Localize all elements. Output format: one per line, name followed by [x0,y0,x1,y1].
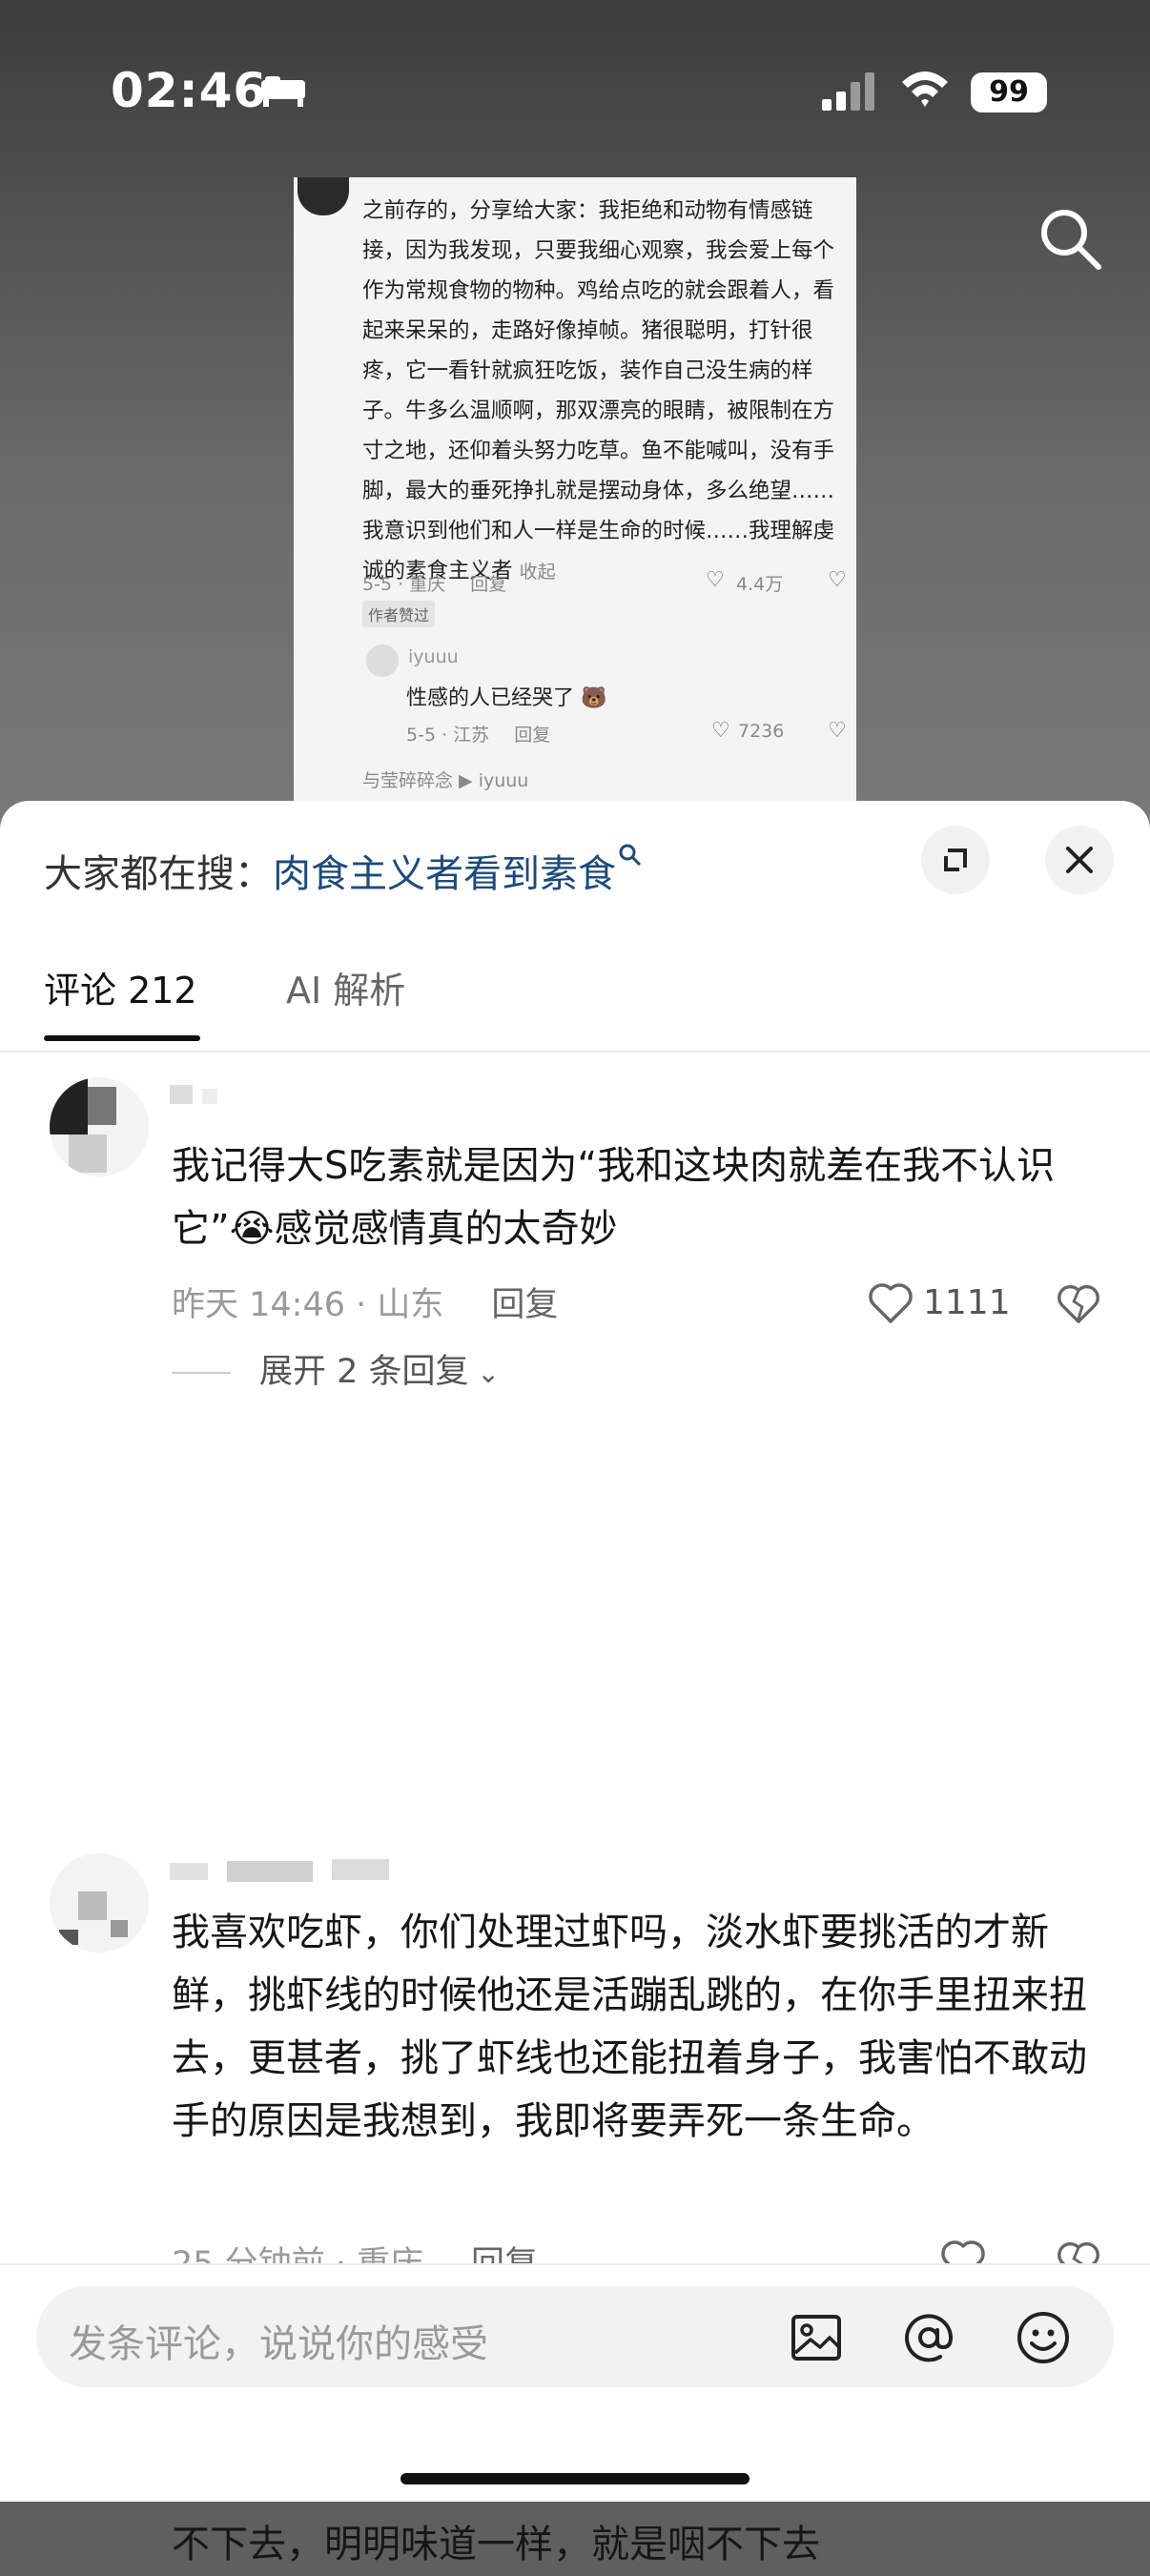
active-tab-indicator [44,1035,200,1041]
avatar [366,644,399,677]
close-button[interactable] [1045,826,1114,894]
tab-comments[interactable]: 评论 212 [44,961,197,1013]
comment-input-bar: 发条评论，说说你的感受 [0,2263,1150,2502]
reply-likes: 7236 [738,721,785,742]
screenshot-paragraph: 之前存的，分享给大家：我拒绝和动物有情感链接，因为我发现，只要我细心观察，我会爱… [362,191,849,592]
collapse-link: 收起 [519,562,556,583]
expand-button[interactable] [921,826,990,894]
home-indicator[interactable] [400,2473,750,2484]
hot-search-keyword[interactable]: 肉食主义者看到素食 [273,852,616,896]
expand-icon [944,848,967,871]
avatar[interactable] [50,1077,149,1176]
dislike-icon: ♡ [828,568,847,592]
avatar [298,177,349,215]
battery-indicator: 99 [971,72,1047,112]
comment-text: 我记得大S吃素就是因为“我和这块肉就差在我不认识它”😭感觉感情真的太奇妙 [172,1144,1056,1251]
comment-meta: 昨天 14:46 · 山东 回复 [172,1278,558,1326]
wifi-icon [902,72,948,107]
search-icon [619,844,642,867]
hot-search-label: 大家都在搜： [44,852,273,896]
screenshot-meta: 5-5 · 重庆 回复 [362,570,506,596]
video-screenshot-card: 之前存的，分享给大家：我拒绝和动物有情感链接，因为我发现，只要我细心观察，我会爱… [294,177,856,807]
heart-icon: ♡ [706,568,725,592]
heart-icon [869,1283,913,1323]
chevron-down-icon: ⌄ [468,1358,500,1389]
dislike-button[interactable] [1055,1279,1102,1327]
like-count: 1111 [923,1283,1011,1322]
search-icon[interactable] [1037,206,1104,273]
reply-reply: 回复 [514,725,551,746]
reply-thread-line: 与莹碎碎念 ▶ iyuuu [362,770,529,791]
expand-replies[interactable]: 展开 2 条回复 ⌄ [172,1344,500,1393]
author-liked-tag: 作者赞过 [362,601,436,627]
screenshot-location: 5-5 · 重庆 [362,574,446,595]
comment-time-location: 昨天 14:46 · 山东 [172,1286,444,1324]
reply-text: 性感的人已经哭了 🐻 [406,686,607,710]
screenshot-reply: 回复 [470,574,507,595]
reply-button[interactable]: 回复 [491,1286,558,1324]
status-bar: 02:46 99 [0,0,1150,191]
screenshot-text: 之前存的，分享给大家：我拒绝和动物有情感链接，因为我发现，只要我细心观察，我会爱… [362,198,835,583]
heart-icon: ♡ [711,719,730,743]
emoji-icon[interactable] [1015,2309,1072,2366]
username-redacted[interactable] [170,1853,408,1884]
reply-username: iyuuu [408,646,459,667]
comment-sheet: 大家都在搜：肉食主义者看到素食 评论 212 AI 解析 我记得大S吃素就是因为… [0,801,1150,2566]
mention-icon[interactable] [900,2309,957,2366]
avatar[interactable] [50,1853,149,1952]
cellular-signal-icon [822,72,874,111]
screenshot-likes: 4.4万 [736,574,784,595]
comment-input-placeholder: 发条评论，说说你的感受 [69,2322,488,2366]
comment-tabs: 评论 212 AI 解析 [0,944,1150,1053]
comment-text: 我喜欢吃虾，你们处理过虾吗，淡水虾要挑活的才新鲜，挑虾线的时候他还是活蹦乱跳的，… [172,1911,1087,2143]
dislike-icon: ♡ [828,719,847,743]
expand-replies-label: 展开 2 条回复 [259,1353,469,1391]
broken-heart-icon [1058,1285,1099,1323]
reply-meta: 5-5 · 江苏 回复 [406,721,550,746]
tab-ai-analysis[interactable]: AI 解析 [286,961,405,1013]
comment-input[interactable]: 发条评论，说说你的感受 [36,2286,1114,2387]
status-time: 02:46 [111,63,268,118]
username-redacted[interactable] [170,1077,408,1108]
hot-search-bar[interactable]: 大家都在搜：肉食主义者看到素食 [44,843,643,898]
divider [172,1372,231,1374]
like-button[interactable]: 1111 [866,1278,1011,1331]
reply-location: 5-5 · 江苏 [406,725,490,746]
sleep-focus-icon [261,76,305,107]
close-icon [1066,847,1093,873]
image-icon[interactable] [788,2309,845,2366]
